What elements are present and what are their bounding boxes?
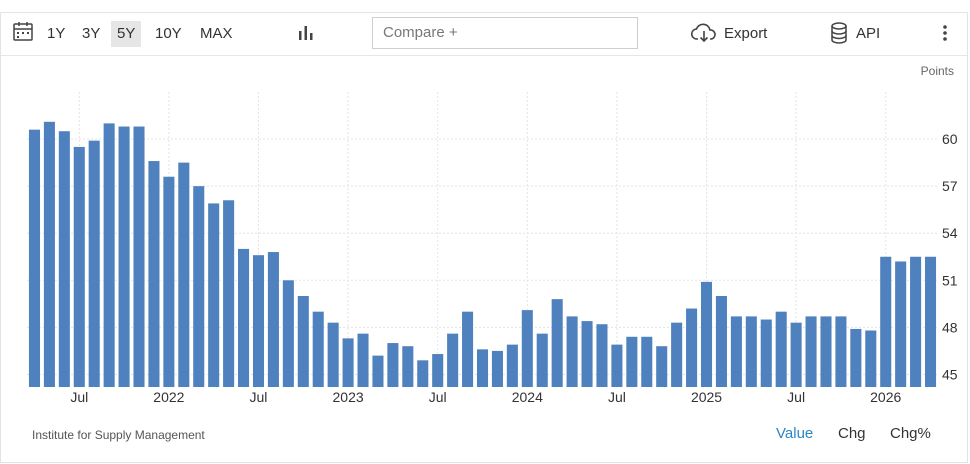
bar [730, 316, 742, 387]
bar [551, 299, 563, 387]
bar [910, 256, 922, 387]
y-tick-label: 48 [942, 319, 958, 335]
bar [686, 308, 698, 387]
bar [282, 280, 294, 387]
bar [521, 310, 533, 387]
bar [342, 338, 354, 387]
bar [387, 343, 399, 387]
bar [641, 336, 653, 387]
bar [28, 129, 40, 387]
bar [491, 350, 503, 387]
bar [700, 281, 713, 387]
x-tick-label: Jul [608, 389, 626, 405]
bar [312, 311, 324, 387]
bar [88, 140, 100, 387]
bar [850, 328, 862, 387]
bar [133, 126, 145, 388]
bar [626, 336, 638, 387]
mode-value-tab[interactable]: Value [776, 425, 813, 442]
bar [611, 344, 623, 387]
bar [805, 316, 817, 387]
x-tick-label: 2025 [691, 389, 722, 405]
mode-chgpct-tab[interactable]: Chg% [890, 425, 931, 442]
bar [775, 311, 787, 387]
bar [895, 261, 907, 387]
bar [925, 256, 937, 387]
x-tick-label: Jul [787, 389, 805, 405]
y-tick-label: 60 [942, 131, 958, 147]
source-label: Institute for Supply Management [32, 428, 205, 442]
bar [566, 316, 578, 387]
bar [820, 316, 832, 387]
bar [148, 161, 160, 387]
bar [417, 360, 429, 387]
mode-chg-tab[interactable]: Chg [838, 425, 866, 442]
y-tick-label: 51 [942, 272, 958, 288]
x-tick-label: Jul [70, 389, 88, 405]
x-tick-label: 2023 [333, 389, 364, 405]
bar [252, 255, 265, 387]
bar [506, 344, 518, 387]
bar [73, 146, 85, 387]
bar [715, 295, 727, 387]
bar [760, 319, 772, 387]
bar [297, 295, 309, 387]
x-tick-label: 2022 [153, 389, 184, 405]
bar [402, 346, 414, 387]
bar [163, 176, 175, 387]
bar [58, 131, 70, 387]
bar [193, 186, 205, 387]
bar [536, 333, 548, 387]
bar [208, 203, 220, 387]
bar [462, 311, 474, 387]
y-tick-label: 57 [942, 178, 958, 194]
bar [671, 322, 683, 387]
x-tick-label: 2024 [512, 389, 543, 405]
bar [596, 324, 608, 387]
bar [103, 123, 115, 387]
bar [880, 256, 892, 387]
bar [865, 330, 877, 387]
bar [238, 248, 250, 387]
bar [372, 355, 384, 387]
bar [432, 354, 444, 387]
bar [447, 333, 459, 387]
bar [476, 349, 489, 387]
x-tick-label: Jul [250, 389, 268, 405]
bar [790, 322, 802, 387]
x-tick-label: Jul [429, 389, 447, 405]
bar [357, 333, 369, 387]
bar [835, 316, 847, 387]
bar [118, 126, 130, 388]
bar [327, 322, 339, 387]
bar [745, 316, 757, 387]
bar [43, 121, 55, 387]
y-tick-label: 45 [942, 366, 958, 382]
bar-chart: 45 48 51 54 57 60 Jul 2022 Jul 2023 Jul 2024 Jul 2025… [27, 92, 958, 405]
x-tick-label: 2026 [870, 389, 901, 405]
bar [267, 252, 279, 387]
bar [656, 346, 668, 387]
bar [178, 162, 190, 387]
bar [223, 200, 235, 387]
bar [581, 321, 593, 387]
y-tick-label: 54 [942, 225, 958, 241]
